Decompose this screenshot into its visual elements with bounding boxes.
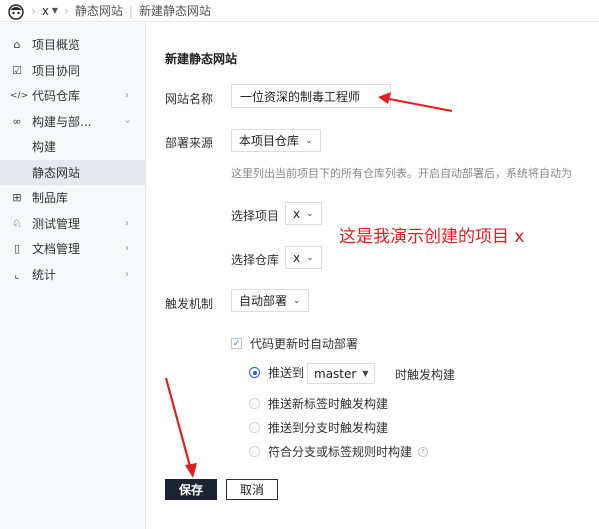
page-title: 新建静态网站 — [165, 52, 238, 66]
project-name: x — [41, 3, 49, 18]
save-button[interactable]: 保存 — [165, 479, 217, 500]
radio-push-to[interactable]: 推送到 — [249, 364, 304, 381]
sidebar-item-collaboration[interactable]: ☑ 项目协同 — [0, 58, 145, 84]
document-icon: ▯ — [13, 242, 21, 256]
sidebar-item-label: 构建 — [32, 140, 57, 155]
sidebar-item-label: 代码仓库 — [32, 89, 81, 104]
cancel-button[interactable]: 取消 — [226, 479, 278, 500]
sidebar: ⌂ 项目概览 ☑ 项目协同 </> 代码仓库 › ∞ 构建与部... › 构建 … — [0, 23, 146, 529]
trigger-select-value: 自动部署 — [239, 294, 288, 308]
checkbox-icon: ☑ — [12, 63, 22, 77]
radio-unselected-icon — [249, 398, 260, 409]
chevron-right-icon: › — [125, 217, 129, 229]
radio-unselected-icon — [249, 446, 260, 457]
chevron-right-icon: › — [125, 90, 129, 102]
source-hint: 这里列出当前项目下的所有仓库列表。开启自动部署后，系统将自动为 — [231, 167, 572, 180]
sidebar-item-statistics[interactable]: ⌞ 统计 › — [0, 262, 145, 288]
help-icon[interactable]: ? — [418, 446, 429, 457]
sidebar-item-label: 制品库 — [32, 191, 69, 206]
sidebar-item-artifacts[interactable]: ⊞ 制品库 — [0, 185, 145, 211]
sidebar-item-label: 项目概览 — [32, 38, 81, 53]
sidebar-item-label: 测试管理 — [32, 216, 81, 231]
chevron-down-icon: › — [121, 119, 133, 124]
chevron-down-icon: ⌄ — [293, 295, 301, 306]
infinity-icon: ∞ — [12, 114, 22, 128]
push-to-suffix: 时触发构建 — [395, 368, 456, 382]
home-icon: ⌂ — [13, 38, 21, 52]
sidebar-item-build-deploy[interactable]: ∞ 构建与部... › — [0, 109, 145, 135]
source-select-value: 本项目仓库 — [239, 134, 300, 148]
top-bar: › x ▼ › 静态网站 | 新建静态网站 — [0, 0, 599, 22]
code-icon: </> — [10, 90, 29, 101]
sidebar-item-testing[interactable]: ♘ 测试管理 › — [0, 211, 145, 237]
chevron-down-icon: ⌄ — [305, 135, 313, 146]
radio-rule[interactable]: 符合分支或标签规则时构建 ? — [249, 443, 429, 460]
sidebar-item-static-site[interactable]: 静态网站 — [0, 159, 145, 185]
site-name-input[interactable]: 一位资深的制毒工程师 — [231, 84, 391, 108]
chevron-right-icon: › — [125, 268, 129, 280]
check-icon: ✓ — [231, 338, 242, 349]
chevron-right-icon: › — [64, 3, 69, 18]
branch-select-value: master — [314, 366, 357, 381]
sidebar-item-docs[interactable]: ▯ 文档管理 › — [0, 236, 145, 262]
auto-deploy-label: 代码更新时自动部署 — [250, 337, 359, 351]
repo-select[interactable]: x ⌄ — [285, 246, 322, 269]
sidebar-item-label: 构建与部... — [32, 114, 92, 129]
caret-down-icon: ▼ — [362, 369, 369, 378]
logo-icon[interactable] — [7, 2, 25, 20]
sidebar-item-label: 静态网站 — [32, 165, 81, 180]
radio-push-to-label: 推送到 — [268, 366, 305, 380]
repo-select-value: x — [293, 250, 301, 265]
chevron-down-icon: ⌄ — [306, 252, 314, 263]
trigger-select[interactable]: 自动部署 ⌄ — [231, 289, 309, 312]
package-icon: ⊞ — [12, 191, 22, 205]
breadcrumb-section[interactable]: 静态网站 — [75, 2, 123, 19]
sidebar-item-build[interactable]: 构建 — [0, 134, 145, 160]
breadcrumb-divider: | — [128, 3, 133, 18]
radio-new-tag[interactable]: 推送新标签时触发构建 — [249, 395, 388, 412]
auto-deploy-checkbox[interactable]: ✓ 代码更新时自动部署 — [231, 335, 358, 352]
breadcrumb-page: 新建静态网站 — [138, 4, 211, 18]
sidebar-item-code-repo[interactable]: </> 代码仓库 › — [0, 83, 145, 109]
project-select[interactable]: x ⌄ — [285, 202, 322, 225]
sidebar-item-label: 统计 — [32, 267, 57, 282]
sidebar-item-overview[interactable]: ⌂ 项目概览 — [0, 32, 145, 58]
sidebar-item-label: 文档管理 — [32, 242, 81, 257]
site-name-label: 网站名称 — [165, 92, 214, 106]
repo-label: 选择仓库 — [231, 253, 280, 267]
annotation-text: 这是我演示创建的项目 x — [339, 227, 525, 247]
main-content: 新建静态网站 网站名称 一位资深的制毒工程师 部署来源 本项目仓库 ⌄ 这里列出… — [147, 23, 599, 529]
radio-branch-label: 推送到分支时触发构建 — [268, 421, 389, 435]
chevron-right-icon: › — [125, 243, 129, 255]
radio-rule-label: 符合分支或标签规则时构建 — [268, 445, 413, 459]
test-icon: ♘ — [12, 216, 22, 230]
source-select[interactable]: 本项目仓库 ⌄ — [231, 129, 321, 152]
source-label: 部署来源 — [165, 136, 214, 150]
radio-new-tag-label: 推送新标签时触发构建 — [268, 397, 389, 411]
project-switcher[interactable]: x ▼ — [42, 4, 58, 18]
project-label: 选择项目 — [231, 209, 280, 223]
branch-select[interactable]: master ▼ — [307, 363, 376, 384]
chevron-down-icon: ⌄ — [306, 208, 314, 219]
radio-branch[interactable]: 推送到分支时触发构建 — [249, 419, 388, 436]
radio-selected-icon — [249, 367, 260, 378]
radio-unselected-icon — [249, 422, 260, 433]
sidebar-item-label: 项目协同 — [32, 63, 81, 78]
project-select-value: x — [293, 206, 301, 221]
chevron-right-icon: › — [31, 3, 36, 18]
chart-icon: ⌞ — [14, 267, 20, 281]
caret-down-icon: ▼ — [51, 6, 59, 15]
trigger-label: 触发机制 — [165, 297, 214, 311]
